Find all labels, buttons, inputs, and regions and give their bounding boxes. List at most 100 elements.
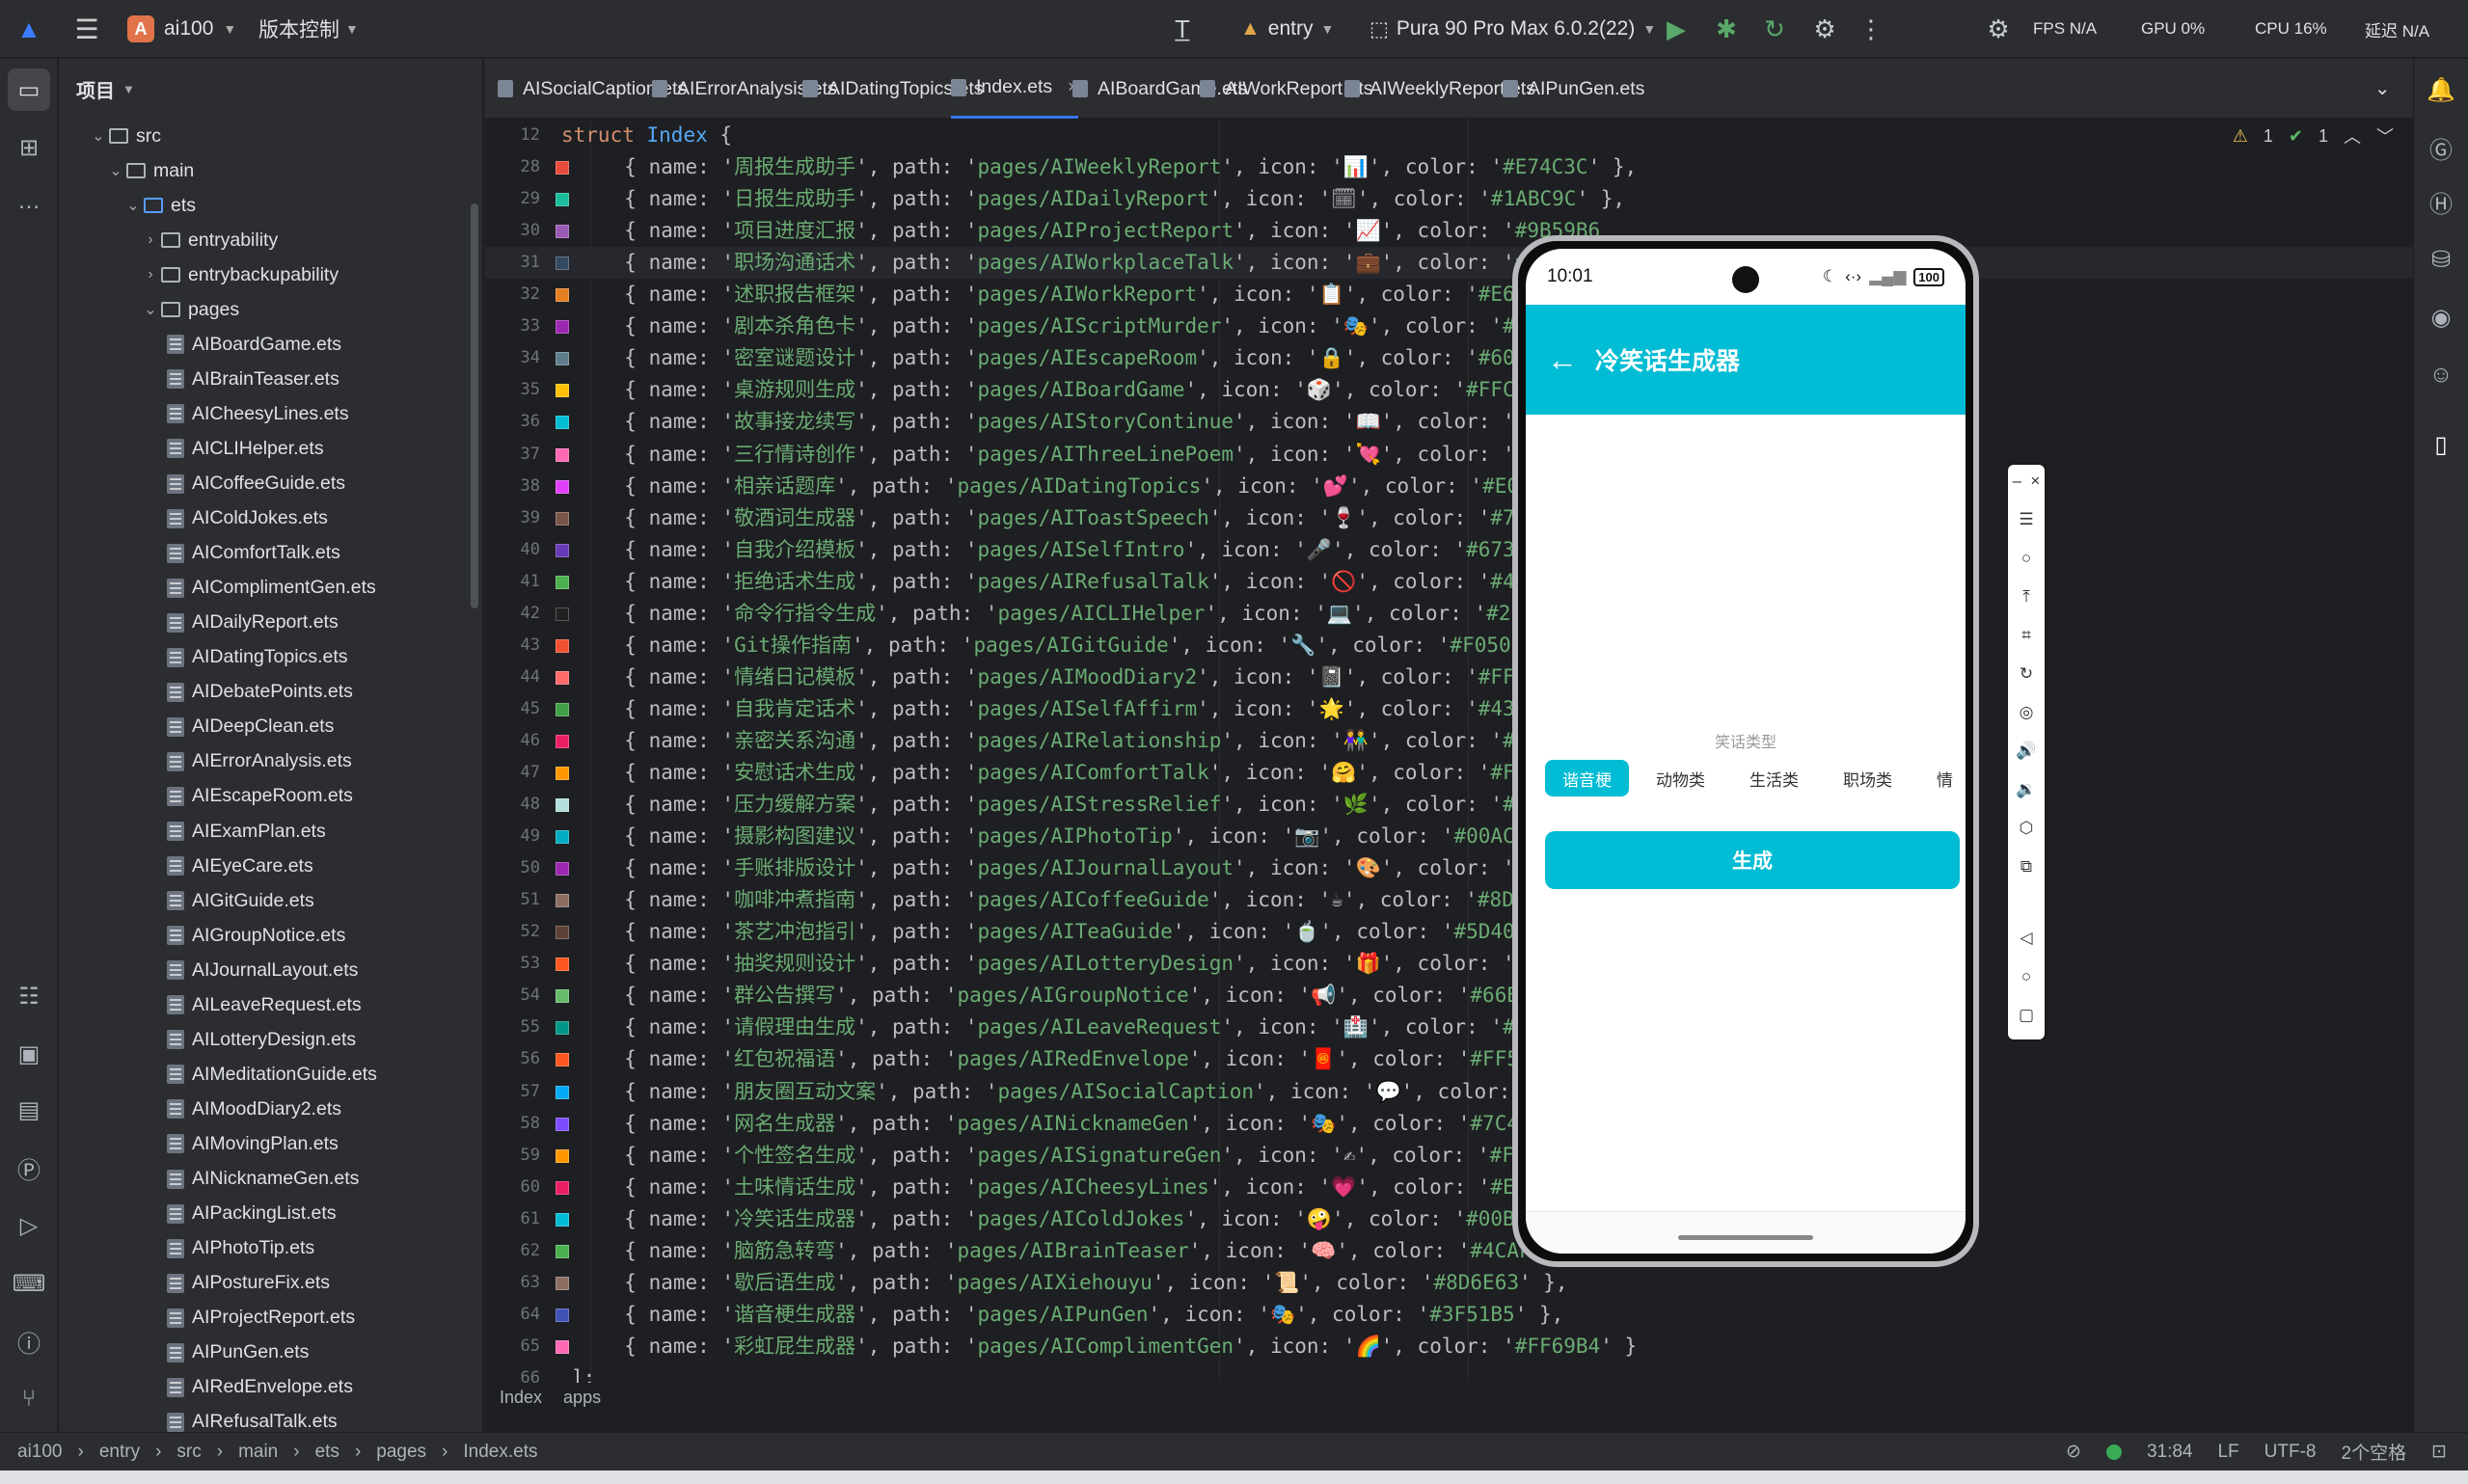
project-switcher[interactable]: A ai100 ▼ <box>127 0 236 58</box>
tree-folder-item[interactable]: ⌄ pages <box>59 292 474 327</box>
code-line[interactable]: { name: '项目进度汇报', path: 'pages/AIProject… <box>600 215 1600 247</box>
tree-file-item[interactable]: AIEyeCare.ets <box>59 849 474 883</box>
todo-icon[interactable]: ☷ <box>8 975 50 1017</box>
code-line[interactable]: { name: '职场沟通话术', path: 'pages/AIWorkpla… <box>600 247 1600 279</box>
color-swatch[interactable] <box>556 1276 569 1290</box>
color-swatch[interactable] <box>556 193 569 207</box>
volume-down-icon[interactable]: 🔉 <box>2008 775 2045 804</box>
color-swatch[interactable] <box>556 670 569 685</box>
color-swatch[interactable] <box>556 989 569 1004</box>
color-swatch[interactable] <box>556 702 569 716</box>
color-swatch[interactable] <box>556 320 569 335</box>
chip-more[interactable]: 情 <box>1919 760 1966 796</box>
code-line[interactable]: { name: '请假理由生成', path: 'pages/AILeaveRe… <box>600 1012 1587 1043</box>
tree-file-item[interactable]: AIPostureFix.ets <box>59 1266 474 1301</box>
vcs-menu[interactable]: 版本控制 ▼ <box>258 0 359 58</box>
hvigor-icon[interactable]: Ⓗ <box>2420 180 2462 223</box>
tree-file-item[interactable]: AICheesyLines.ets <box>59 396 474 431</box>
profiler-icon[interactable]: ⚙ <box>1805 0 1844 58</box>
lock-icon[interactable]: ⊡ <box>2431 1441 2447 1463</box>
chip-animal[interactable]: 动物类 <box>1639 760 1722 796</box>
color-swatch[interactable] <box>556 638 569 653</box>
run-panel-icon[interactable]: ▷ <box>8 1204 50 1247</box>
code-line[interactable]: { name: '相亲话题库', path: 'pages/AIDatingTo… <box>600 471 1567 502</box>
expand-chevron-icon[interactable]: ⌄ <box>122 196 144 215</box>
code-line[interactable]: { name: '命令行指令生成', path: 'pages/AICLIHel… <box>600 598 1571 630</box>
code-line[interactable]: { name: '压力缓解方案', path: 'pages/AIStressR… <box>600 789 1587 821</box>
color-swatch[interactable] <box>556 894 569 908</box>
tree-file-item[interactable]: AINicknameGen.ets <box>59 1162 474 1197</box>
tree-file-item[interactable]: AICLIHelper.ets <box>59 431 474 466</box>
color-swatch[interactable] <box>556 352 569 366</box>
rotate-icon[interactable]: ↻ <box>2008 660 2045 688</box>
color-swatch[interactable] <box>556 607 569 621</box>
code-line[interactable]: { name: '冷笑话生成器', path: 'pages/AIColdJok… <box>600 1203 1551 1235</box>
code-line[interactable]: { name: '土味情话生成', path: 'pages/AICheesyL… <box>600 1172 1576 1203</box>
color-swatch[interactable] <box>556 1212 569 1227</box>
color-swatch[interactable] <box>556 225 569 239</box>
color-swatch[interactable] <box>556 1053 569 1067</box>
debug-icon[interactable]: ✱ <box>1707 0 1746 58</box>
screenshot-icon[interactable]: ◎ <box>2008 698 2045 727</box>
reload-icon[interactable]: ↻ <box>1755 0 1794 58</box>
code-line[interactable]: { name: '情绪日记模板', path: 'pages/AIMoodDia… <box>600 661 1563 693</box>
expand-chevron-icon[interactable]: › <box>140 266 161 283</box>
color-swatch[interactable] <box>556 1148 569 1163</box>
tree-folder-item[interactable]: ⌄ src <box>59 119 474 153</box>
code-line[interactable]: { name: '摄影构图建议', path: 'pages/AIPhotoTi… <box>600 821 1539 852</box>
run-icon[interactable]: ▶ <box>1657 0 1695 58</box>
code-line[interactable]: { name: '自我介绍模板', path: 'pages/AISelfInt… <box>600 534 1551 566</box>
tree-file-item[interactable]: AIEscapeRoom.ets <box>59 779 474 814</box>
code-line[interactable]: { name: '手账排版设计', path: 'pages/AIJournal… <box>600 852 1600 884</box>
pin-top-icon[interactable]: ⤒ <box>2008 582 2045 611</box>
color-swatch[interactable] <box>556 543 569 557</box>
tree-file-item[interactable]: AIGitGuide.ets <box>59 883 474 918</box>
nav-home-icon[interactable]: ○ <box>2008 962 2045 991</box>
back-arrow-icon[interactable]: ← <box>1547 342 1578 378</box>
code-line[interactable]: struct Index { <box>561 120 732 151</box>
tree-file-item[interactable]: AILotteryDesign.ets <box>59 1022 474 1057</box>
color-swatch[interactable] <box>556 798 569 813</box>
status-path-item[interactable]: src <box>176 1442 201 1463</box>
chevron-up-icon[interactable]: ︿ <box>2344 123 2361 148</box>
status-path-item[interactable]: entry <box>99 1442 140 1463</box>
code-line[interactable]: { name: '咖啡冲煮指南', path: 'pages/AICoffeeG… <box>600 884 1562 916</box>
status-path-item[interactable]: ai100 <box>17 1442 63 1463</box>
inspection-widget[interactable]: ⚠ 1 ✔ 1 ︿ ﹀ <box>2233 123 2394 148</box>
tree-file-item[interactable]: AIPhotoTip.ets <box>59 1231 474 1266</box>
code-line[interactable]: { name: '安慰话术生成', path: 'pages/AIComfort… <box>600 757 1576 789</box>
crumb-item[interactable]: apps <box>563 1388 601 1408</box>
translate-icon[interactable]: T̲ <box>1163 0 1202 58</box>
tree-file-item[interactable]: AIMovingPlan.ets <box>59 1126 474 1161</box>
color-swatch[interactable] <box>556 1085 569 1099</box>
color-swatch[interactable] <box>556 1180 569 1195</box>
terminal-icon[interactable]: ⌨ <box>8 1262 50 1305</box>
tree-file-item[interactable]: AILeaveRequest.ets <box>59 987 474 1022</box>
module-selector[interactable]: ▲ entry ▼ <box>1240 0 1334 58</box>
status-path-item[interactable]: main <box>238 1442 278 1463</box>
no-network-icon[interactable]: ⊘ <box>2066 1441 2081 1463</box>
profiler-p-icon[interactable]: Ⓟ <box>8 1147 50 1189</box>
tree-file-item[interactable]: AIPunGen.ets <box>59 1336 474 1370</box>
status-path-item[interactable]: pages <box>376 1442 426 1463</box>
color-swatch[interactable] <box>556 862 569 877</box>
expand-chevron-icon[interactable]: ⌄ <box>105 161 126 180</box>
tabs-overflow-icon[interactable]: ⌄ <box>2374 59 2390 119</box>
color-swatch[interactable] <box>556 734 569 748</box>
crop-icon[interactable]: ⌗ <box>2008 621 2045 650</box>
expand-chevron-icon[interactable]: › <box>140 231 161 249</box>
code-line[interactable]: { name: '群公告撰写', path: 'pages/AIGroupNot… <box>600 980 1556 1012</box>
tree-file-item[interactable]: AIExamPlan.ets <box>59 814 474 849</box>
code-line[interactable]: { name: '歇后语生成', path: 'pages/AIXiehouyu… <box>600 1267 1567 1299</box>
nav-recent-icon[interactable]: ▢ <box>2008 1001 2045 1030</box>
crumb-item[interactable]: Index <box>500 1388 542 1408</box>
previewer-icon[interactable]: ▣ <box>8 1033 50 1075</box>
device-manager-icon[interactable]: ▯ <box>2420 423 2462 466</box>
tree-folder-item[interactable]: › entryability <box>59 223 474 257</box>
code-line[interactable]: { name: '彩虹屁生成器', path: 'pages/AIComplim… <box>600 1331 1637 1363</box>
tree-file-item[interactable]: AIPackingList.ets <box>59 1197 474 1231</box>
code-line[interactable]: { name: '谐音梗生成器', path: 'pages/AIPunGen'… <box>600 1299 1563 1331</box>
code-line[interactable]: { name: 'Git操作指南', path: 'pages/AIGitGui… <box>600 630 1535 661</box>
color-swatch[interactable] <box>556 288 569 303</box>
color-swatch[interactable] <box>556 958 569 972</box>
